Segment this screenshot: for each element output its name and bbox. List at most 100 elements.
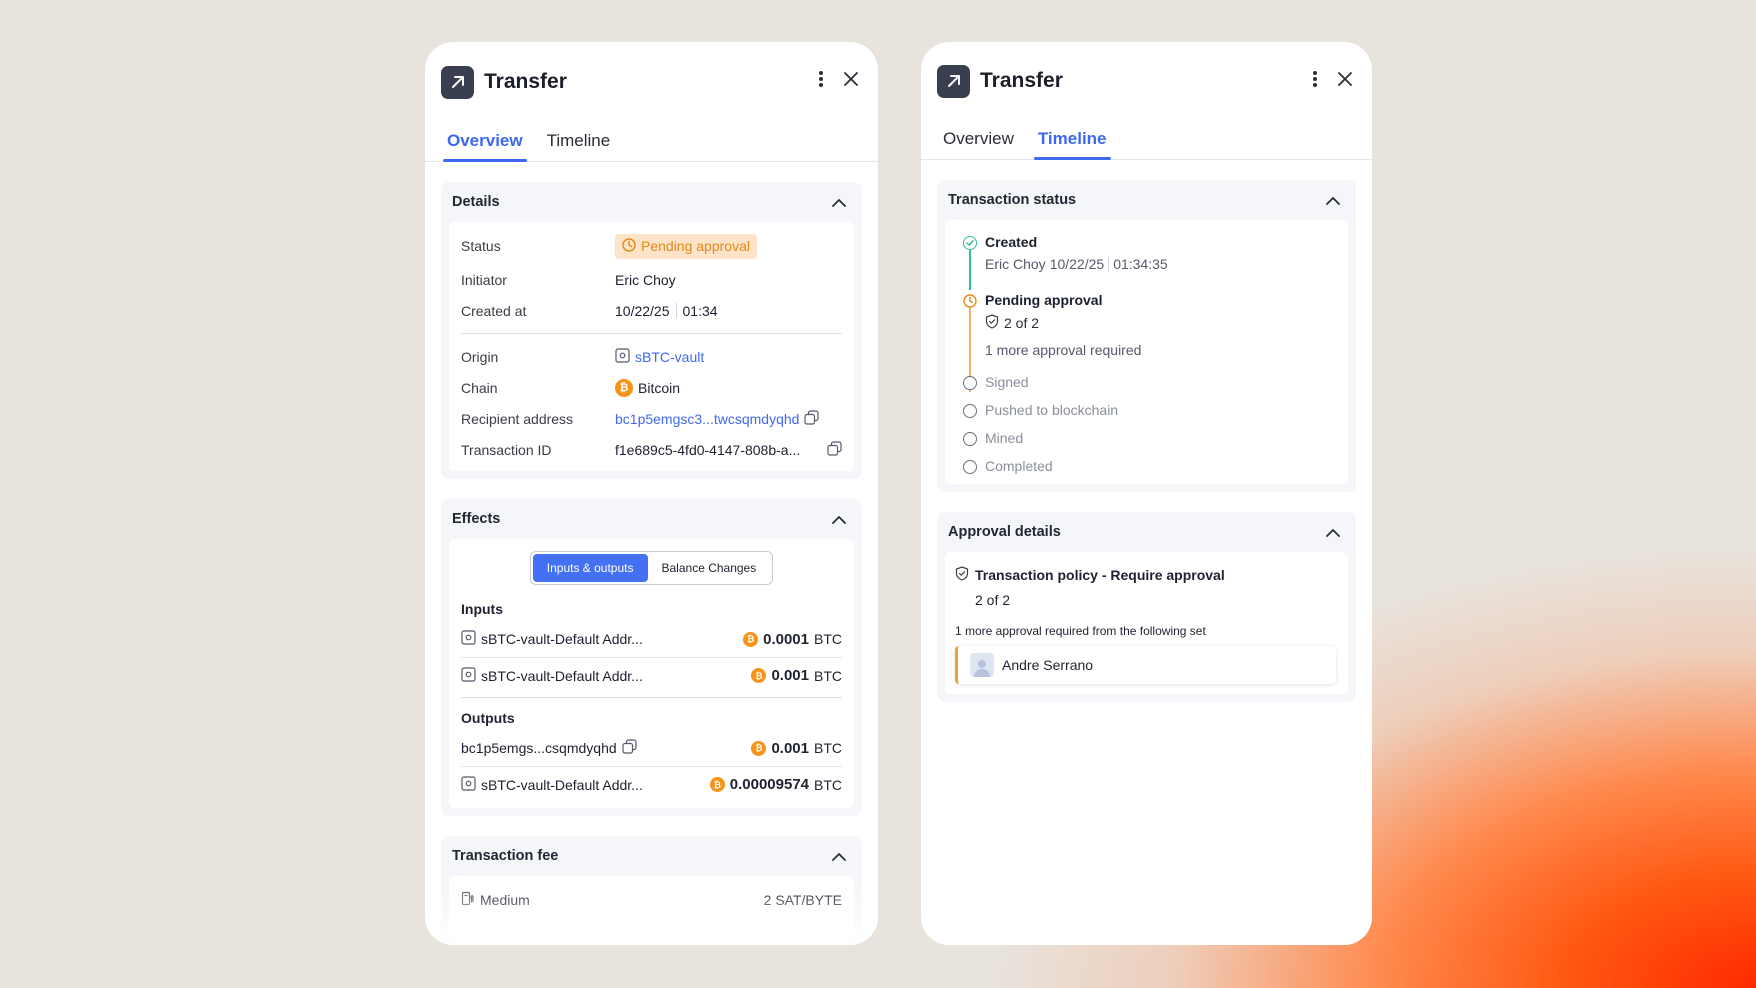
status-label: Status (461, 238, 501, 254)
timeline-step-completed: Completed (963, 458, 1336, 474)
tab-overview[interactable]: Overview (939, 129, 1018, 159)
input-name: sBTC-vault-Default Addr... (481, 667, 643, 684)
chevron-up-icon[interactable] (828, 845, 850, 867)
vault-icon (461, 775, 476, 794)
copy-icon[interactable] (827, 440, 842, 459)
created-label: Created at (461, 302, 527, 319)
txid-value: f1e689c5-4fd0-4147-808b-a... (615, 441, 801, 458)
scroll-fade (921, 885, 1372, 945)
status-row: Status Pending approval (461, 228, 842, 264)
effects-view-toggle: Inputs & outputs Balance Changes (529, 551, 774, 585)
output-amount: 0.001 (771, 739, 809, 757)
approver-name: Andre Serrano (1002, 657, 1094, 673)
txid-label: Transaction ID (461, 441, 552, 458)
inputs-heading: Inputs (461, 601, 503, 617)
timeline-step-signed: Signed (963, 374, 1336, 390)
close-icon[interactable] (840, 64, 862, 94)
close-icon[interactable] (1334, 64, 1356, 94)
output-amount: 0.00009574 (729, 776, 809, 793)
tab-timeline[interactable]: Timeline (543, 131, 615, 161)
approver-item[interactable]: Andre Serrano (955, 646, 1336, 684)
timeline-step-pending: Pending approval 2 of 2 1 more approval … (963, 292, 1336, 358)
transfer-arrow-icon (441, 65, 474, 99)
output-unit: BTC (814, 740, 842, 756)
more-options-icon[interactable] (810, 64, 832, 94)
bitcoin-icon: ₿ (615, 378, 633, 397)
status-text: Pending approval (641, 238, 750, 254)
step-title: Signed (985, 374, 1029, 390)
bitcoin-icon: ₿ (709, 777, 725, 792)
divider (461, 697, 842, 698)
created-time: 01:34:35 (1113, 256, 1168, 272)
origin-link[interactable]: sBTC-vault (635, 349, 704, 365)
copy-icon[interactable] (622, 739, 637, 757)
output-unit: BTC (814, 776, 842, 793)
timeline-step-created: Created Eric Choy 10/22/25 01:34:35 (963, 234, 1336, 272)
input-name: sBTC-vault-Default Addr... (481, 631, 643, 647)
approval-details-heading: Approval details (948, 524, 1061, 540)
fee-heading: Transaction fee (452, 848, 559, 864)
fee-row: Medium 2 SAT/BYTE (461, 882, 842, 918)
status-timeline: Created Eric Choy 10/22/25 01:34:35 Pend… (957, 228, 1336, 478)
chain-value: Bitcoin (638, 379, 681, 396)
panel-title: Transfer (980, 69, 1063, 92)
policy-title: Transaction policy - Require approval (975, 567, 1225, 583)
chevron-up-icon[interactable] (828, 508, 850, 530)
list-item: bc1p5emgs...csqmdyqhd ₿ 0.001 BTC (461, 730, 842, 766)
recipient-label: Recipient address (461, 410, 574, 427)
copy-icon[interactable] (804, 409, 820, 428)
details-heading: Details (452, 194, 500, 210)
created-time: 01:34 (682, 302, 718, 319)
list-item: sBTC-vault-Default Addr... ₿ 0.0001 BTC (461, 621, 842, 657)
created-date: 10/22/25 (615, 302, 670, 319)
fee-rate: 2 SAT/BYTE (763, 892, 842, 908)
transaction-status-section: Transaction status Created Eric Choy 10/… (937, 180, 1356, 492)
chevron-up-icon[interactable] (1322, 521, 1344, 543)
created-row: Created at 10/22/25 01:34 (461, 295, 842, 326)
list-item: sBTC-vault-Default Addr... ₿ 0.001 BTC (461, 657, 842, 693)
bitcoin-icon: ₿ (751, 740, 767, 756)
transfer-arrow-icon (937, 64, 970, 98)
panel-title: Transfer (484, 70, 567, 93)
created-by: Eric Choy (985, 256, 1046, 272)
recipient-row: Recipient address bc1p5emgsc3...twcsqmdy… (461, 403, 842, 434)
tab-bar: Overview Timeline (921, 120, 1372, 160)
recipient-link[interactable]: bc1p5emgsc3...twcsqmdyqhd (615, 411, 799, 427)
shield-check-icon (955, 566, 969, 584)
input-amount: 0.001 (771, 667, 809, 684)
step-title: Pushed to blockchain (985, 402, 1119, 418)
divider (461, 333, 842, 334)
approval-set-note: 1 more approval required from the follow… (955, 624, 1206, 638)
inputs-outputs-toggle[interactable]: Inputs & outputs (532, 554, 648, 582)
divider (1108, 256, 1110, 272)
empty-circle-icon (963, 404, 977, 418)
step-title: Completed (985, 458, 1053, 474)
input-unit: BTC (814, 667, 842, 684)
chain-row: Chain ₿ Bitcoin (461, 372, 842, 403)
output-name: sBTC-vault-Default Addr... (481, 776, 643, 793)
chain-label: Chain (461, 379, 498, 396)
input-amount: 0.0001 (763, 630, 809, 648)
approval-count: 2 of 2 (1004, 315, 1040, 331)
input-unit: BTC (814, 631, 842, 647)
transfer-panel-timeline: Transfer Overview Timeline Transaction s… (921, 42, 1372, 945)
origin-row: Origin sBTC-vault (461, 341, 842, 372)
initiator-row: Initiator Eric Choy (461, 264, 842, 295)
chevron-up-icon[interactable] (828, 191, 850, 213)
fee-section: Transaction fee Medium 2 SAT/BYTE (441, 836, 862, 945)
step-title: Pending approval (985, 292, 1103, 308)
balance-changes-toggle[interactable]: Balance Changes (648, 554, 771, 582)
chevron-up-icon[interactable] (1322, 189, 1344, 211)
effects-heading: Effects (452, 511, 501, 527)
timeline-step-pushed: Pushed to blockchain (963, 402, 1336, 418)
empty-circle-icon (963, 376, 977, 390)
tab-overview[interactable]: Overview (443, 131, 527, 162)
approval-details-section: Approval details Transaction policy - Re… (937, 512, 1356, 702)
list-item: sBTC-vault-Default Addr... ₿ 0.00009574 BT… (461, 766, 842, 802)
tab-timeline[interactable]: Timeline (1033, 129, 1111, 160)
more-options-icon[interactable] (1304, 64, 1326, 94)
initiator-label: Initiator (461, 271, 507, 288)
transfer-panel-overview: Transfer Overview Timeline Details Statu… (425, 42, 878, 945)
clock-icon (622, 237, 636, 255)
effects-section: Effects Inputs & outputs Balance Changes… (441, 499, 862, 816)
